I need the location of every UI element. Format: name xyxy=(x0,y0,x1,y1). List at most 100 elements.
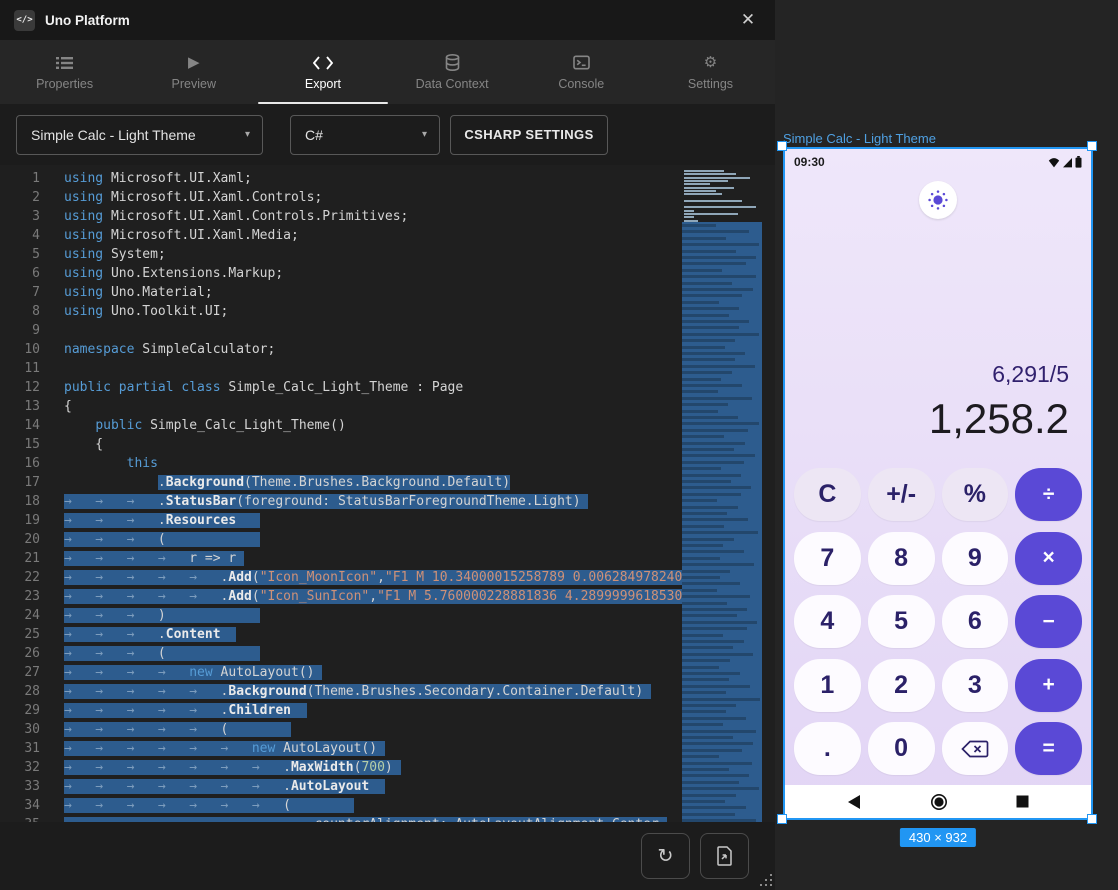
minimap-line xyxy=(682,698,760,701)
code-line: 26→ → → ( xyxy=(0,644,682,663)
key-5[interactable]: 5 xyxy=(868,595,935,648)
code-text: using Uno.Material; xyxy=(64,283,213,302)
code-line: 7using Uno.Material; xyxy=(0,283,682,302)
selection-handle[interactable] xyxy=(777,141,787,151)
close-icon[interactable]: ✕ xyxy=(735,7,761,33)
minimap-line xyxy=(682,730,756,733)
signal-icon xyxy=(1062,157,1073,168)
key-label: 9 xyxy=(968,544,982,573)
minimap-line xyxy=(682,326,739,329)
minimap-line xyxy=(682,678,729,681)
line-number: 11 xyxy=(0,359,40,378)
language-select[interactable]: C# ▾ xyxy=(290,115,440,155)
nav-back-button[interactable] xyxy=(847,794,861,810)
key-1[interactable]: 1 xyxy=(794,659,861,712)
key-multiply[interactable]: × xyxy=(1015,532,1082,585)
line-number: 20 xyxy=(0,530,40,549)
key-6[interactable]: 6 xyxy=(942,595,1009,648)
nav-home-button[interactable] xyxy=(930,793,948,811)
minimap-line xyxy=(682,621,757,624)
line-number: 16 xyxy=(0,454,40,473)
phone-frame[interactable]: 09:30 6,291/5 1,258.2 C+/-%÷78 xyxy=(783,147,1093,820)
key-plusminus[interactable]: +/- xyxy=(868,468,935,521)
selection-handle[interactable] xyxy=(777,814,787,824)
minimap-selection xyxy=(682,222,762,822)
terminal-icon xyxy=(573,54,590,72)
minimap-line xyxy=(682,627,747,630)
minimap-line xyxy=(684,187,734,189)
code-lines: 1using Microsoft.UI.Xaml;2using Microsof… xyxy=(0,169,682,822)
csharp-settings-button[interactable]: CSHARP SETTINGS xyxy=(450,115,608,155)
code-text: { xyxy=(64,435,103,454)
key-subtract[interactable]: − xyxy=(1015,595,1082,648)
key-0[interactable]: 0 xyxy=(868,722,935,775)
minimap-line xyxy=(682,371,732,374)
minimap-line xyxy=(682,365,755,368)
gear-icon: ⚙ xyxy=(704,54,717,72)
theme-toggle-button[interactable] xyxy=(919,181,957,219)
minimap-line xyxy=(682,544,723,547)
line-number: 33 xyxy=(0,777,40,796)
key-9[interactable]: 9 xyxy=(942,532,1009,585)
refresh-button[interactable]: ↻ xyxy=(641,833,690,879)
minimap-line xyxy=(682,704,736,707)
tab-export[interactable]: Export xyxy=(258,40,387,104)
key-percent[interactable]: % xyxy=(942,468,1009,521)
tab-console[interactable]: Console xyxy=(517,40,646,104)
key-clear[interactable]: C xyxy=(794,468,861,521)
minimap[interactable] xyxy=(682,165,762,822)
key-add[interactable]: + xyxy=(1015,659,1082,712)
bottom-action-bar: ↻ xyxy=(0,822,775,890)
code-text: using System; xyxy=(64,245,166,264)
minimap-line xyxy=(684,190,716,192)
export-file-button[interactable] xyxy=(700,833,749,879)
back-icon xyxy=(847,794,861,810)
minimap-line xyxy=(682,595,750,598)
line-number: 18 xyxy=(0,492,40,511)
home-icon xyxy=(930,793,948,811)
key-divide[interactable]: ÷ xyxy=(1015,468,1082,521)
code-line: 16 this xyxy=(0,454,682,473)
minimap-line xyxy=(682,768,729,771)
nav-recents-button[interactable] xyxy=(1016,795,1029,808)
line-number: 15 xyxy=(0,435,40,454)
chevron-down-icon: ▾ xyxy=(422,129,427,140)
line-number: 19 xyxy=(0,511,40,530)
resize-grip[interactable] xyxy=(756,870,772,886)
code-line: 6using Uno.Extensions.Markup; xyxy=(0,264,682,283)
selection-handle[interactable] xyxy=(1087,814,1097,824)
key-backspace[interactable] xyxy=(942,722,1009,775)
code-icon xyxy=(313,54,333,72)
key-label: 2 xyxy=(894,671,908,700)
code-text: → → → .Resources xyxy=(64,511,260,530)
key-3[interactable]: 3 xyxy=(942,659,1009,712)
minimap-line xyxy=(682,390,718,393)
theme-select[interactable]: Simple Calc - Light Theme ▾ xyxy=(16,115,263,155)
key-equals[interactable]: = xyxy=(1015,722,1082,775)
key-4[interactable]: 4 xyxy=(794,595,861,648)
tab-preview[interactable]: ▶Preview xyxy=(129,40,258,104)
tab-settings[interactable]: ⚙Settings xyxy=(646,40,775,104)
minimap-line xyxy=(682,256,756,259)
selection-handle[interactable] xyxy=(1087,141,1097,151)
line-number: 24 xyxy=(0,606,40,625)
minimap-line xyxy=(682,422,759,425)
code-text: using Microsoft.UI.Xaml.Controls; xyxy=(64,188,322,207)
code-text: → → → → → → → .MaxWidth(700) xyxy=(64,758,401,777)
key-2[interactable]: 2 xyxy=(868,659,935,712)
code-line: 35→ → → → → → → → counterAlignment: Auto… xyxy=(0,815,682,822)
calc-result: 1,258.2 xyxy=(929,395,1069,443)
tab-properties[interactable]: Properties xyxy=(0,40,129,104)
key-decimal[interactable]: . xyxy=(794,722,861,775)
tab-data-context[interactable]: Data Context xyxy=(388,40,517,104)
code-editor[interactable]: 1using Microsoft.UI.Xaml;2using Microsof… xyxy=(0,165,775,822)
chevron-down-icon: ▾ xyxy=(245,129,250,140)
key-7[interactable]: 7 xyxy=(794,532,861,585)
minimap-line xyxy=(682,269,722,272)
key-8[interactable]: 8 xyxy=(868,532,935,585)
android-nav-bar xyxy=(785,785,1091,818)
minimap-line xyxy=(682,454,755,457)
artboard-label[interactable]: Simple Calc - Light Theme xyxy=(783,131,936,146)
code-text: → → → → → .Children xyxy=(64,701,307,720)
minimap-line xyxy=(682,781,739,784)
